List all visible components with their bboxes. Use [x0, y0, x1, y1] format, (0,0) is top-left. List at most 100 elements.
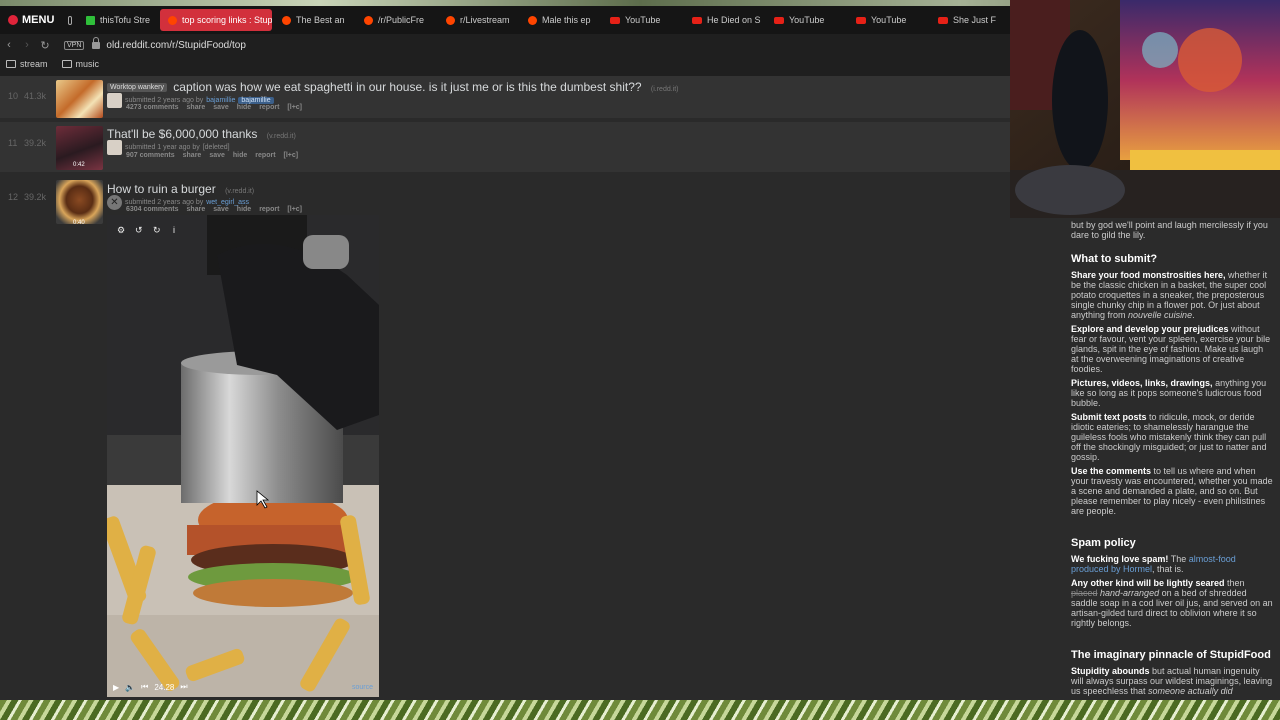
lc-link[interactable]: [l+c]: [284, 152, 299, 159]
share-link[interactable]: share: [187, 206, 206, 213]
hide-link[interactable]: hide: [233, 152, 247, 159]
expando-icon[interactable]: [107, 140, 122, 155]
post-row: 10 41.3k Worktop wankery caption was how…: [0, 76, 1010, 118]
pinnacle-heading: The imaginary pinnacle of StupidFood: [1071, 649, 1271, 661]
tab-3[interactable]: /r/PublicFre: [356, 9, 436, 31]
tab-6[interactable]: YouTube: [602, 9, 682, 31]
comments-link[interactable]: 6304 comments: [126, 206, 179, 213]
volume-icon[interactable]: 🔈: [125, 683, 135, 692]
video-time: 24.28: [154, 682, 175, 692]
browser-window: MENU thisTofu Stre top scoring links : St…: [0, 6, 1010, 700]
post-author[interactable]: bajamillie: [206, 97, 235, 104]
post-title[interactable]: caption was how we eat spaghetti in our …: [173, 80, 641, 94]
post-author[interactable]: wet_egirl_ass: [206, 199, 249, 206]
post-thumbnail[interactable]: [56, 180, 103, 224]
tab-4[interactable]: r/Livestream: [438, 9, 518, 31]
video-player[interactable]: ⚙ ↺ ↻ i ▶ 🔈 ⏮ 24.28 ⏭ source: [107, 215, 379, 697]
address-bar: ‹ › ↻ VPN old.reddit.com/r/StupidFood/to…: [0, 34, 1010, 56]
hide-link[interactable]: hide: [237, 104, 251, 111]
reddit-icon: [168, 15, 177, 25]
spam-line: We fucking love spam! The almost-food pr…: [1071, 554, 1236, 574]
comments-link[interactable]: 4273 comments: [126, 104, 179, 111]
tab-label: thisTofu Stre: [100, 15, 151, 25]
tab-1[interactable]: top scoring links : Stup: [160, 9, 272, 31]
video-info-icon[interactable]: i: [173, 225, 175, 235]
post-actions: 4273 comments share save hide report [l+…: [126, 104, 302, 111]
back-icon[interactable]: ‹: [0, 39, 18, 51]
tab-10[interactable]: She Just F: [930, 9, 1010, 31]
video-controls: ▶ 🔈 ⏮ 24.28 ⏭ source: [107, 677, 379, 697]
what-item: Explore and develop your prejudices with…: [1071, 324, 1271, 374]
expando-icon[interactable]: [107, 93, 122, 108]
menu-button[interactable]: MENU: [0, 6, 64, 34]
post-submitted: submitted 1 year ago by: [125, 144, 200, 151]
save-link[interactable]: save: [213, 104, 229, 111]
video-frame: ⚙ ↺ ↻ i: [107, 215, 379, 697]
post-domain[interactable]: (v.redd.it): [267, 133, 296, 140]
video-rewind-icon[interactable]: ↺: [135, 225, 143, 235]
what-to-submit-heading: What to submit?: [1071, 253, 1158, 265]
tab-label: He Died on S: [707, 15, 761, 25]
post-domain[interactable]: (v.redd.it): [225, 188, 254, 195]
reload-icon[interactable]: ↻: [36, 39, 54, 52]
share-link[interactable]: share: [183, 152, 202, 159]
reddit-icon: [528, 15, 537, 25]
comments-link[interactable]: 907 comments: [126, 152, 175, 159]
skip-end-icon[interactable]: ⏭: [180, 682, 187, 692]
post-author: [deleted]: [202, 144, 230, 151]
hide-link[interactable]: hide: [237, 206, 251, 213]
tab-label: Male this ep: [542, 15, 591, 25]
tab-9[interactable]: YouTube: [848, 9, 928, 31]
tab-8[interactable]: YouTube: [766, 9, 846, 31]
report-link[interactable]: report: [259, 104, 279, 111]
skip-icon[interactable]: ⏮: [141, 682, 148, 692]
stream-frame-bottom: [0, 700, 1280, 720]
post-flair: Worktop wankery: [107, 83, 167, 93]
report-link[interactable]: report: [255, 152, 275, 159]
save-link[interactable]: save: [213, 206, 229, 213]
tab-7[interactable]: He Died on S: [684, 9, 764, 31]
bookmark-label: stream: [20, 59, 48, 69]
tab-strip: MENU thisTofu Stre top scoring links : St…: [0, 6, 1010, 34]
bookmark-label: music: [75, 59, 100, 69]
save-link[interactable]: save: [209, 152, 225, 159]
source-link[interactable]: source: [352, 684, 373, 691]
bookmark-music[interactable]: music: [61, 59, 100, 69]
workspaces-icon[interactable]: [68, 15, 72, 25]
lc-link[interactable]: [l+c]: [287, 104, 302, 111]
url-input[interactable]: old.reddit.com/r/StupidFood/top: [106, 40, 246, 51]
tab-label: r/Livestream: [460, 15, 510, 25]
tab-label: She Just F: [953, 15, 997, 25]
post-rank: 12: [8, 192, 19, 202]
post-submitted: submitted 2 years ago by: [125, 199, 204, 206]
lc-link[interactable]: [l+c]: [287, 206, 302, 213]
post-title[interactable]: How to ruin a burger: [107, 182, 216, 196]
tab-2[interactable]: The Best an: [274, 9, 354, 31]
video-settings-icon[interactable]: ⚙: [117, 225, 125, 235]
close-icon[interactable]: ✕: [107, 195, 122, 210]
sidebar-intro: but by god we'll point and laugh mercile…: [1071, 220, 1268, 240]
report-link[interactable]: report: [259, 206, 279, 213]
tab-0[interactable]: thisTofu Stre: [78, 9, 158, 31]
post-row: 12 39.2k 0:40 How to ruin a burger (v.re…: [0, 176, 1010, 226]
reddit-icon: [446, 15, 455, 25]
tab-5[interactable]: Male this ep: [520, 9, 600, 31]
post-domain[interactable]: (i.redd.it): [651, 86, 679, 93]
reddit-icon: [364, 15, 373, 25]
post-thumbnail[interactable]: [56, 80, 103, 118]
vpn-badge[interactable]: VPN: [64, 40, 85, 50]
pinnacle-line: Stupidity abounds but actual human ingen…: [1071, 666, 1273, 696]
youtube-icon: [610, 16, 620, 24]
tab-label: YouTube: [871, 15, 907, 25]
bookmark-stream[interactable]: stream: [6, 59, 48, 69]
play-icon[interactable]: ▶: [113, 683, 119, 692]
webcam-overlay: [1010, 0, 1280, 218]
post-title[interactable]: That'll be $6,000,000 thanks: [107, 127, 257, 141]
share-link[interactable]: share: [187, 104, 206, 111]
forward-icon[interactable]: ›: [18, 39, 36, 51]
reddit-icon: [282, 15, 291, 25]
menu-label: MENU: [22, 14, 55, 26]
subreddit-sidebar: but by god we'll point and laugh mercile…: [1063, 218, 1273, 700]
video-forward-icon[interactable]: ↻: [153, 225, 161, 235]
video-duration: 0:40: [73, 220, 85, 226]
